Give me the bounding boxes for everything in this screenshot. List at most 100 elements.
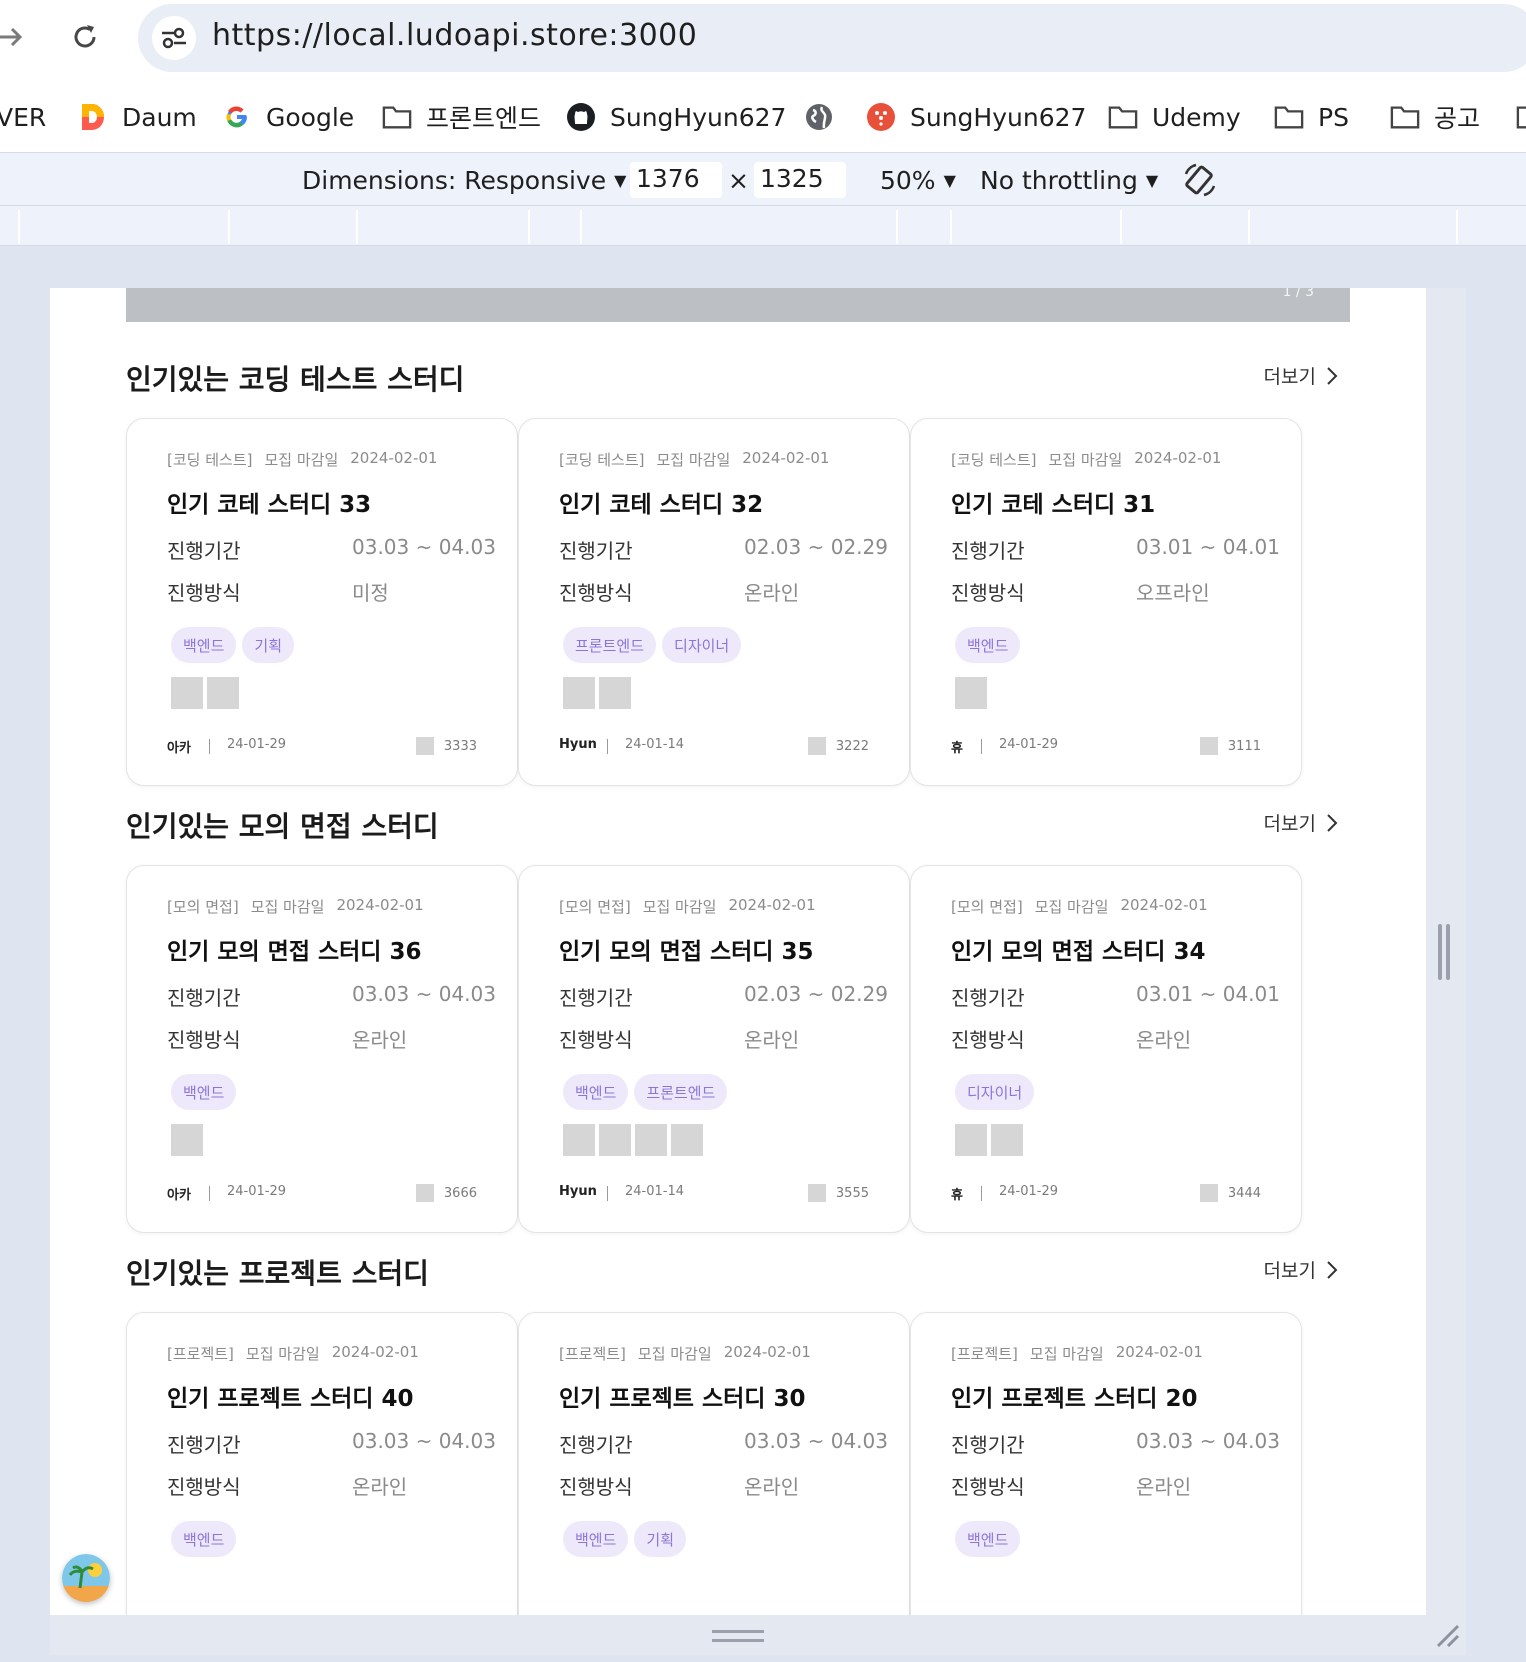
omnibox[interactable]: https://local.ludoapi.store:3000 bbox=[138, 4, 1526, 72]
more-link[interactable]: 더보기 bbox=[1264, 809, 1338, 836]
method-label: 진행방식 bbox=[559, 1028, 633, 1052]
bookmark-label: 공고 bbox=[1434, 104, 1481, 133]
more-link[interactable]: 더보기 bbox=[1264, 1256, 1338, 1283]
deadline-label: 모집 마감일 bbox=[264, 451, 339, 469]
banner-carousel[interactable]: 1 / 3 bbox=[126, 288, 1350, 322]
tech-stack-icon bbox=[599, 1124, 631, 1156]
position-tags: 백엔드 bbox=[955, 627, 1021, 663]
footer-divider bbox=[209, 739, 210, 754]
position-tags: 백엔드 기획 bbox=[171, 627, 295, 663]
floating-avatar-icon[interactable] bbox=[62, 1554, 110, 1602]
period-value: 03.03 ~ 04.03 bbox=[744, 1429, 888, 1453]
bookmark-daum[interactable]: Daum bbox=[78, 96, 197, 138]
view-count: 3333 bbox=[415, 737, 477, 755]
throttling-dropdown[interactable]: No throttling ▼ bbox=[980, 153, 1158, 207]
section-title: 인기있는 모의 면접 스터디 bbox=[126, 810, 439, 843]
eye-icon bbox=[1199, 1184, 1218, 1202]
bookmark-folder-jobs[interactable]: 공고 bbox=[1390, 96, 1480, 138]
view-count: 3111 bbox=[1199, 737, 1261, 755]
google-icon bbox=[222, 102, 252, 132]
bookmark-folder-udemy[interactable]: Udemy bbox=[1108, 96, 1241, 138]
emulated-viewport: 1 / 3 인기있는 코딩 테스트 스터디 더보기 [코딩 테스트] 모집 마감일 20… bbox=[50, 288, 1426, 1615]
tech-stack-icon bbox=[171, 1124, 203, 1156]
view-count-value: 3444 bbox=[1227, 1185, 1261, 1201]
bookmark-label: VER bbox=[0, 102, 47, 132]
study-card[interactable]: [코딩 테스트] 모집 마감일 2024-02-01 인기 코테 스터디 31 진행기간… bbox=[910, 418, 1302, 786]
bookmark-folder-ps[interactable]: PS bbox=[1274, 96, 1349, 138]
media-query-segment[interactable] bbox=[528, 210, 582, 244]
deadline-label: 모집 마감일 bbox=[250, 898, 325, 916]
period-value: 03.03 ~ 04.03 bbox=[352, 535, 496, 559]
study-card[interactable]: [코딩 테스트] 모집 마감일 2024-02-01 인기 코테 스터디 33 진행기간… bbox=[126, 418, 518, 786]
study-section: 인기있는 코딩 테스트 스터디 더보기 [코딩 테스트] 모집 마감일 2024-02-… bbox=[126, 358, 1350, 818]
method-label: 진행방식 bbox=[951, 581, 1025, 605]
media-query-segment[interactable] bbox=[228, 210, 358, 244]
caret-down-icon: ▼ bbox=[1145, 170, 1159, 190]
position-tags: 백엔드 bbox=[171, 1521, 237, 1557]
method-value: 온라인 bbox=[1136, 1028, 1192, 1052]
height-input[interactable]: 1325 bbox=[754, 162, 846, 198]
resize-handle-right[interactable] bbox=[1438, 924, 1452, 980]
bookmark-label: PS bbox=[1318, 102, 1349, 132]
position-tag: 기획 bbox=[634, 1521, 687, 1557]
view-count-value: 3666 bbox=[443, 1185, 477, 1201]
bookmark-folder-frontend[interactable]: 프론트엔드 bbox=[382, 96, 541, 138]
forward-arrow-icon[interactable] bbox=[0, 12, 36, 62]
rotate-icon[interactable] bbox=[1182, 153, 1218, 207]
chevron-right-icon bbox=[1326, 813, 1338, 833]
created-date: 24-01-29 bbox=[227, 737, 287, 752]
zoom-dropdown[interactable]: 50% ▼ bbox=[880, 153, 956, 207]
device-toolbar: Dimensions: Responsive ▼ 1376 × 1325 50%… bbox=[0, 152, 1526, 206]
study-card[interactable]: [모의 면접] 모집 마감일 2024-02-01 인기 모의 면접 스터디 34 진행… bbox=[910, 865, 1302, 1233]
card-category: [코딩 테스트] bbox=[167, 451, 253, 469]
bookmark-github[interactable]: SungHyun627 bbox=[566, 96, 786, 138]
resize-corner-icon[interactable] bbox=[1432, 1620, 1462, 1650]
dimensions-dropdown[interactable]: Dimensions: Responsive ▼ bbox=[302, 153, 626, 207]
app-icon bbox=[866, 102, 896, 132]
card-meta: [프로젝트] 모집 마감일 2024-02-01 bbox=[951, 1343, 1203, 1364]
position-tag: 백엔드 bbox=[955, 627, 1021, 663]
method-value: 온라인 bbox=[352, 1475, 408, 1499]
deadline-label: 모집 마감일 bbox=[642, 898, 717, 916]
position-tag: 프론트엔드 bbox=[634, 1074, 728, 1110]
caret-down-icon: ▼ bbox=[614, 170, 627, 190]
deadline-label: 모집 마감일 bbox=[1034, 898, 1109, 916]
bookmark-folder-overflow[interactable] bbox=[1516, 96, 1526, 138]
more-link[interactable]: 더보기 bbox=[1264, 362, 1338, 389]
bookmark-globe[interactable] bbox=[804, 96, 834, 138]
position-tag: 백엔드 bbox=[171, 627, 237, 663]
bookmark-naver[interactable]: VER bbox=[0, 96, 46, 138]
width-input[interactable]: 1376 bbox=[630, 162, 722, 198]
site-info-icon[interactable] bbox=[152, 16, 196, 60]
study-card[interactable]: [모의 면접] 모집 마감일 2024-02-01 인기 모의 면접 스터디 36 진행… bbox=[126, 865, 518, 1233]
tech-stack-icon bbox=[171, 677, 203, 709]
study-card[interactable]: [코딩 테스트] 모집 마감일 2024-02-01 인기 코테 스터디 32 진행기간… bbox=[518, 418, 910, 786]
position-tag: 디자이너 bbox=[662, 627, 742, 663]
method-label: 진행방식 bbox=[167, 1475, 241, 1499]
reload-icon[interactable] bbox=[60, 12, 110, 62]
created-date: 24-01-14 bbox=[625, 737, 685, 752]
study-card[interactable]: [프로젝트] 모집 마감일 2024-02-01 인기 프로젝트 스터디 20 진행기간… bbox=[910, 1312, 1302, 1615]
method-label: 진행방식 bbox=[951, 1475, 1025, 1499]
media-query-segment[interactable] bbox=[1120, 210, 1250, 244]
card-category: [모의 면접] bbox=[559, 898, 631, 916]
period-label: 진행기간 bbox=[559, 1433, 633, 1457]
tech-stack-icon bbox=[671, 1124, 703, 1156]
study-card[interactable]: [프로젝트] 모집 마감일 2024-02-01 인기 프로젝트 스터디 30 진행기간… bbox=[518, 1312, 910, 1615]
card-footer: Hyun 24-01-14 3222 bbox=[559, 737, 869, 757]
card-title: 인기 프로젝트 스터디 30 bbox=[559, 1386, 806, 1412]
tech-stack-icon bbox=[563, 1124, 595, 1156]
position-tag: 디자이너 bbox=[955, 1074, 1035, 1110]
media-query-segment[interactable] bbox=[896, 210, 952, 244]
study-card[interactable]: [모의 면접] 모집 마감일 2024-02-01 인기 모의 면접 스터디 35 진행… bbox=[518, 865, 910, 1233]
more-label: 더보기 bbox=[1263, 813, 1316, 835]
bookmark-google[interactable]: Google bbox=[222, 96, 354, 138]
study-card[interactable]: [프로젝트] 모집 마감일 2024-02-01 인기 프로젝트 스터디 40 진행기간… bbox=[126, 1312, 518, 1615]
tech-stack-list bbox=[171, 677, 239, 709]
resize-handle-bottom[interactable] bbox=[712, 1630, 764, 1642]
url-text[interactable]: https://local.ludoapi.store:3000 bbox=[212, 18, 697, 53]
folder-icon bbox=[1108, 102, 1138, 132]
bookmark-app[interactable]: SungHyun627 bbox=[866, 96, 1086, 138]
card-category: [프로젝트] bbox=[951, 1345, 1018, 1363]
method-value: 온라인 bbox=[744, 1475, 800, 1499]
